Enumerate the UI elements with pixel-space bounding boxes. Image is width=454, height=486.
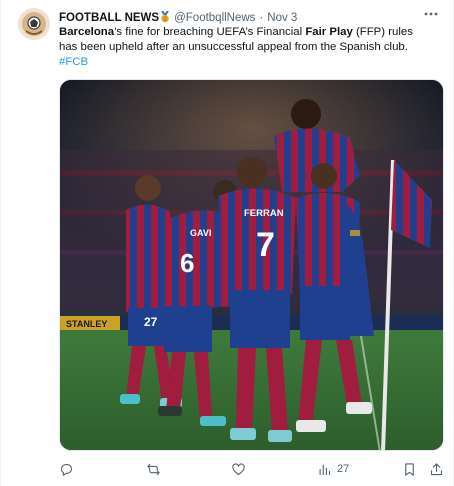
views-count: 27 [337,463,350,475]
celebration-photo: STANLEY 27 GAVI 6 FERRAN 7 [60,80,443,450]
bookmark-icon [405,462,414,476]
timestamp[interactable]: Nov 3 [267,12,297,24]
svg-text:1: 1 [164,16,167,22]
views-button[interactable]: 27 [317,460,349,478]
text-segment: ’s fine for breaching UEFA’s Financial [114,26,306,38]
bookmark-button[interactable] [402,460,417,478]
tweet-actions: 27 [59,460,444,478]
more-icon[interactable] [423,6,439,27]
tweet-card[interactable]: FOOTBALL NEWS 1 @FootbqllNews · Nov 3 Ba… [0,0,454,486]
share-icon [430,462,443,475]
header-separator: · [259,12,264,24]
avatar[interactable] [18,8,50,40]
tweet-header: FOOTBALL NEWS 1 @FootbqllNews · Nov 3 [59,9,439,26]
jersey-name-gavi: GAVI [190,228,211,238]
text-bold-ffp: Fair Play [305,26,353,38]
text-bold-club: Barcelona [59,26,115,38]
jersey-number-6: 6 [180,248,194,278]
tweet-text: Barcelona’s fine for breaching UEFA’s Fi… [59,25,431,55]
reply-button[interactable] [59,460,74,478]
retweet-button[interactable] [146,460,161,478]
retweet-icon [147,463,160,475]
jersey-number-27: 27 [144,315,158,329]
tweet-photo[interactable]: STANLEY 27 GAVI 6 FERRAN 7 [59,79,444,451]
jersey-number-7: 7 [256,226,275,264]
author-name[interactable]: FOOTBALL NEWS [59,12,159,24]
medal-badge-icon: 1 [160,9,170,26]
author-handle[interactable]: @FootbqllNews [174,12,255,24]
share-button[interactable] [429,460,444,478]
jersey-name-ferran: FERRAN [244,208,284,219]
reply-icon [60,463,73,476]
hashtag-link[interactable]: #FCB [59,56,88,68]
views-icon [319,464,331,475]
avatar-logo-icon [18,8,50,40]
like-button[interactable] [231,460,246,478]
ad-board-text: STANLEY [66,319,107,329]
like-icon [232,462,245,475]
